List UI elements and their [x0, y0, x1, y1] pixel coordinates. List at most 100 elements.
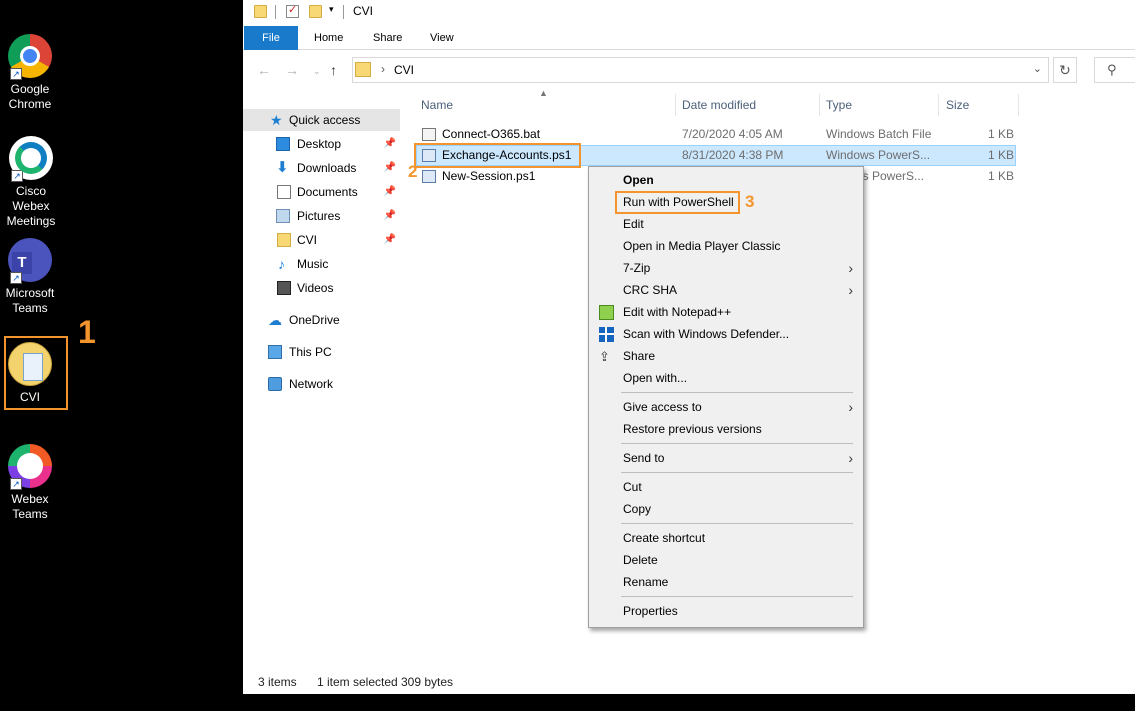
column-header-date-modified[interactable]: Date modified — [682, 98, 756, 112]
menu-item-cut[interactable]: Cut — [591, 476, 861, 498]
status-selected-count: 1 item selected — [317, 675, 398, 689]
search-box[interactable]: ⚲ — [1094, 57, 1135, 83]
step-number-1: 1 — [78, 314, 96, 350]
file-size: 1 KB — [988, 169, 1015, 183]
nav-item-quick-access[interactable]: ★ Quick access — [243, 109, 400, 131]
desktop-icon-webex-teams[interactable]: ↗ Webex Teams — [0, 444, 60, 522]
menu-item-send-to[interactable]: Send to › — [591, 447, 861, 469]
step-number-3: 3 — [745, 192, 755, 211]
column-divider[interactable] — [938, 94, 939, 116]
nav-item-this-pc[interactable]: This PC — [243, 341, 400, 363]
file-type: ws PowerS... — [854, 169, 925, 183]
menu-label: Rename — [623, 575, 669, 589]
nav-item-downloads[interactable]: ⬇ Downloads 📌 — [243, 157, 400, 179]
menu-item-open[interactable]: Open — [591, 169, 861, 191]
highlight-box-step-2 — [414, 143, 581, 168]
menu-item-restore-previous-versions[interactable]: Restore previous versions — [591, 418, 861, 440]
column-header-type[interactable]: Type — [826, 98, 852, 112]
pin-icon[interactable]: 📌 — [384, 229, 396, 251]
file-type: Windows PowerS... — [826, 148, 931, 162]
menu-item-crc-sha[interactable]: CRC SHA › — [591, 279, 861, 301]
menu-label: Share — [623, 349, 656, 363]
status-bar: 3 items 1 item selected 309 bytes — [243, 670, 1135, 694]
address-bar[interactable]: › CVI ⌄ — [352, 57, 1049, 83]
nav-item-desktop[interactable]: Desktop 📌 — [243, 133, 400, 155]
new-folder-icon[interactable] — [309, 5, 322, 18]
tab-home[interactable]: Home — [300, 26, 357, 50]
back-arrow-icon[interactable]: ← — [257, 62, 271, 78]
recent-locations-icon[interactable]: ⌄ — [313, 66, 321, 77]
file-name: Connect-O365.bat — [442, 127, 541, 141]
menu-label: 7-Zip — [623, 261, 651, 275]
nav-item-network[interactable]: Network — [243, 373, 400, 395]
nav-item-cvi[interactable]: CVI 📌 — [243, 229, 400, 251]
breadcrumb-cvi[interactable]: CVI — [394, 63, 414, 77]
menu-divider — [621, 443, 853, 444]
refresh-icon[interactable]: ↻ — [1053, 57, 1077, 83]
nav-item-onedrive[interactable]: ☁ OneDrive — [243, 309, 400, 331]
column-header-size[interactable]: Size — [946, 98, 969, 112]
nav-item-documents[interactable]: Documents 📌 — [243, 181, 400, 203]
pin-icon[interactable]: 📌 — [384, 181, 396, 203]
chrome-icon: ↗ — [8, 34, 52, 80]
tab-view[interactable]: View — [416, 26, 468, 50]
table-row[interactable]: Connect-O365.bat 7/20/2020 4:05 AM Windo… — [416, 124, 1016, 145]
column-divider[interactable] — [1018, 94, 1019, 116]
desktop-icon-cisco-webex-meetings[interactable]: ↗ Cisco Webex Meetings — [0, 136, 62, 229]
menu-item-open-in-media-player-classic[interactable]: Open in Media Player Classic — [591, 235, 861, 257]
menu-item-properties[interactable]: Properties — [591, 600, 861, 622]
menu-item-create-shortcut[interactable]: Create shortcut — [591, 527, 861, 549]
videos-icon — [277, 281, 291, 295]
column-divider[interactable] — [819, 94, 820, 116]
pin-icon[interactable]: 📌 — [384, 133, 396, 155]
computer-icon — [268, 345, 282, 359]
desktop-icon-microsoft-teams[interactable]: T ↗ Microsoft Teams — [0, 238, 60, 316]
up-arrow-icon[interactable]: ↑ — [330, 62, 337, 78]
column-divider[interactable] — [675, 94, 676, 116]
menu-item-edit-with-notepad-plus-plus[interactable]: Edit with Notepad++ — [591, 301, 861, 323]
file-size: 1 KB — [988, 127, 1015, 141]
tab-file[interactable]: File — [244, 26, 298, 50]
menu-item-scan-with-windows-defender[interactable]: Scan with Windows Defender... — [591, 323, 861, 345]
menu-item-7zip[interactable]: 7-Zip › — [591, 257, 861, 279]
pin-icon[interactable]: 📌 — [384, 157, 396, 179]
chevron-right-icon: › — [848, 282, 853, 298]
nav-item-pictures[interactable]: Pictures 📌 — [243, 205, 400, 227]
customize-quick-access-icon[interactable]: ▾ — [329, 4, 334, 15]
desktop-icon-google-chrome[interactable]: ↗ Google Chrome — [0, 34, 60, 112]
chevron-down-icon[interactable]: ⌄ — [1033, 62, 1042, 75]
menu-divider — [621, 472, 853, 473]
column-header-name[interactable]: Name — [421, 98, 453, 112]
navigation-pane: ★ Quick access Desktop 📌 ⬇ Downloads 📌 D… — [243, 90, 403, 670]
menu-item-open-with[interactable]: Open with... — [591, 367, 861, 389]
menu-divider — [621, 596, 853, 597]
divider — [343, 5, 344, 19]
windows-defender-icon — [599, 327, 614, 342]
forward-arrow-icon[interactable]: → — [285, 62, 299, 78]
menu-item-delete[interactable]: Delete — [591, 549, 861, 571]
folder-icon — [254, 5, 267, 18]
tab-share[interactable]: Share — [359, 26, 416, 50]
menu-item-copy[interactable]: Copy — [591, 498, 861, 520]
menu-item-edit[interactable]: Edit — [591, 213, 861, 235]
pin-icon[interactable]: 📌 — [384, 205, 396, 227]
sort-ascending-icon: ▲ — [539, 88, 548, 98]
menu-label: Edit — [623, 217, 644, 231]
nav-item-videos[interactable]: Videos — [243, 277, 400, 299]
chevron-right-icon[interactable]: › — [381, 62, 385, 76]
file-type: Windows Batch File — [826, 127, 932, 141]
menu-label: Cut — [623, 480, 642, 494]
properties-icon[interactable] — [286, 3, 299, 18]
documents-icon — [277, 185, 291, 199]
nav-label: Music — [297, 257, 329, 271]
desktop: ↗ Google Chrome ↗ Cisco Webex Meetings T… — [0, 0, 243, 711]
menu-item-rename[interactable]: Rename — [591, 571, 861, 593]
nav-item-music[interactable]: ♪ Music — [243, 253, 400, 275]
nav-label: Quick access — [289, 113, 361, 127]
menu-item-give-access-to[interactable]: Give access to › — [591, 396, 861, 418]
nav-label: Downloads — [297, 161, 357, 175]
star-icon: ★ — [270, 112, 283, 128]
notepad-plus-plus-icon — [599, 305, 614, 320]
menu-item-share[interactable]: ⇪ Share — [591, 345, 861, 367]
highlight-box-step-1 — [4, 336, 68, 410]
